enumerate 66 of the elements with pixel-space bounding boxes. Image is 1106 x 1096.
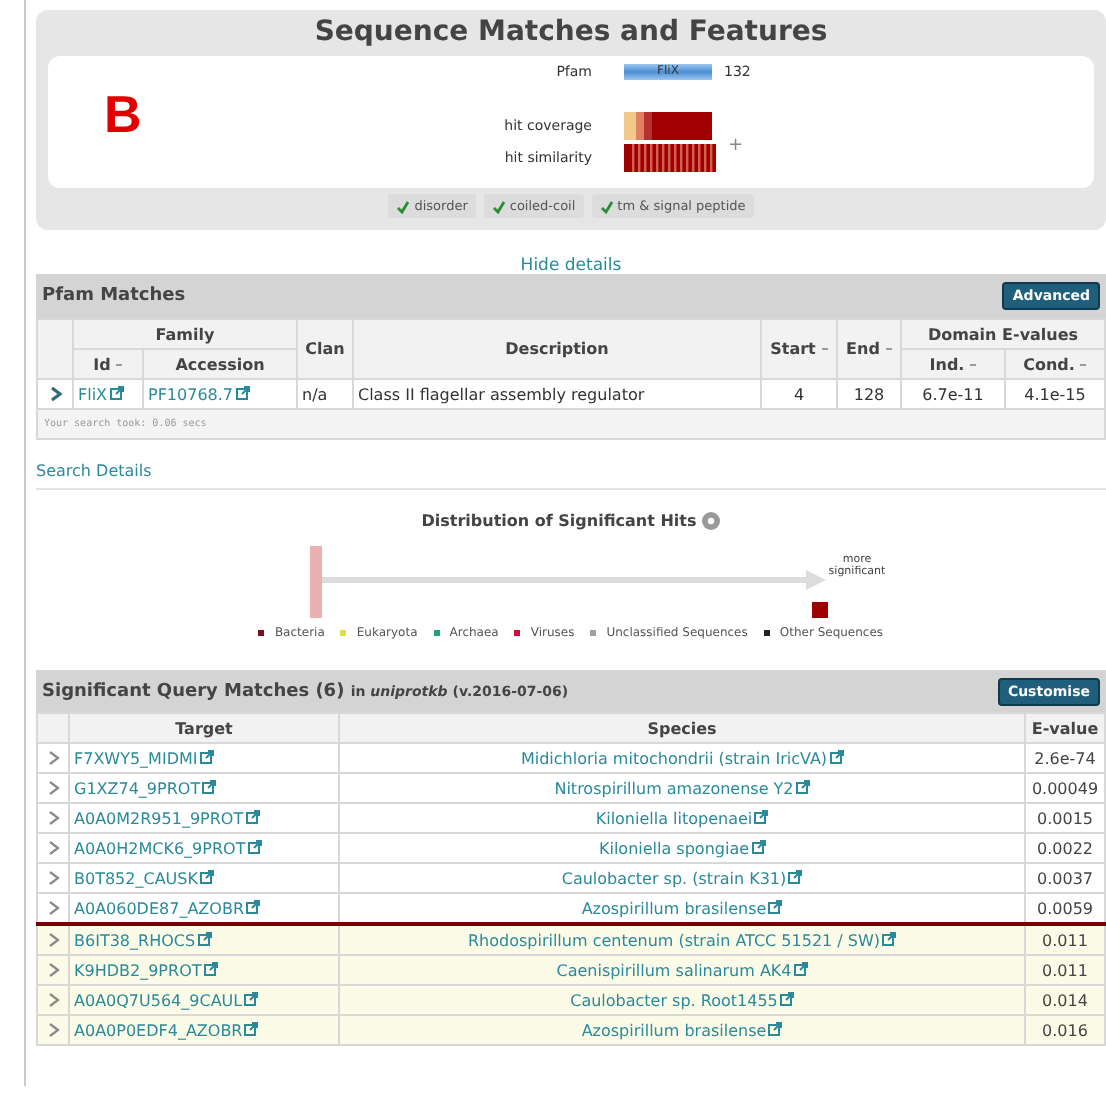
external-link-icon[interactable] — [768, 899, 783, 913]
external-link-icon[interactable] — [235, 385, 250, 399]
column-header: Target — [69, 713, 339, 743]
hit-distribution-bar — [309, 546, 321, 618]
column-header: Species — [339, 713, 1025, 743]
external-link-icon[interactable] — [203, 961, 218, 975]
table-cell: 0.0022 — [1025, 833, 1105, 863]
similarity-heatmap — [624, 144, 716, 172]
table-cell: 0.0015 — [1025, 803, 1105, 833]
column-group-header: Family — [73, 319, 297, 349]
search-details-link[interactable]: Search Details — [36, 462, 152, 480]
species-link[interactable]: Azospirillum brasilense — [581, 1021, 767, 1039]
column-group-header: Domain E-values — [901, 319, 1105, 349]
external-link-icon[interactable] — [779, 991, 794, 1005]
table-cell: 0.011 — [1025, 924, 1105, 955]
table-cell: 0.016 — [1025, 1015, 1105, 1045]
external-link-icon[interactable] — [199, 869, 214, 883]
table-cell: 0.00049 — [1025, 773, 1105, 803]
check-icon — [599, 199, 614, 213]
table-cell: 2.6e-74 — [1025, 743, 1105, 773]
panel-title: Pfam Matches — [42, 286, 186, 306]
expand-row-icon[interactable] — [49, 386, 61, 403]
external-link-icon[interactable] — [197, 931, 212, 945]
external-link-icon[interactable] — [245, 809, 260, 823]
column-header: Clan — [297, 319, 353, 379]
external-link-icon[interactable] — [199, 749, 214, 763]
table-cell: 0.011 — [1025, 955, 1105, 985]
table-cell: 0.0037 — [1025, 863, 1105, 893]
species-link[interactable]: Caulobacter sp. (strain K31) — [561, 869, 787, 887]
species-link[interactable]: Kiloniella spongiae — [598, 839, 750, 857]
external-link-icon[interactable] — [829, 749, 844, 763]
expand-toggle[interactable]: + — [728, 136, 744, 156]
external-link-icon[interactable] — [246, 899, 260, 913]
column-header[interactable]: Cond. — [1005, 349, 1105, 379]
check-icon — [396, 199, 411, 213]
check-icon — [491, 199, 506, 213]
column-header[interactable]: Id — [73, 349, 143, 379]
external-link-icon[interactable] — [793, 961, 808, 975]
panel-title: Sequence Matches and Features — [312, 16, 830, 52]
species-link[interactable]: Caulobacter sp. Root1455 — [570, 991, 778, 1009]
column-header[interactable]: Ind. — [901, 349, 1005, 379]
external-link-icon[interactable] — [795, 779, 810, 793]
species-link[interactable]: Kiloniella litopenaei — [595, 809, 753, 827]
hit-marker — [811, 602, 827, 618]
help-icon[interactable] — [702, 511, 721, 529]
column-header: Description — [353, 319, 761, 379]
external-link-icon[interactable] — [788, 869, 803, 883]
panel-label: B — [104, 84, 142, 146]
coverage-heatmap — [624, 112, 712, 140]
external-link-icon[interactable] — [244, 991, 259, 1005]
chart-title: Distribution of Significant Hits — [421, 511, 697, 529]
external-link-icon[interactable] — [751, 839, 766, 853]
external-link-icon[interactable] — [202, 779, 217, 793]
column-header[interactable]: End — [837, 319, 901, 379]
external-link-icon[interactable] — [244, 1021, 259, 1035]
species-link[interactable]: Azospirillum brasilense — [581, 899, 767, 917]
external-link-icon[interactable] — [109, 385, 124, 399]
external-link-icon[interactable] — [768, 1021, 783, 1035]
external-link-icon[interactable] — [882, 931, 897, 945]
column-header[interactable]: Start — [761, 319, 837, 379]
external-link-icon[interactable] — [247, 839, 262, 853]
external-link-icon[interactable] — [754, 809, 769, 823]
column-header: E-value — [1025, 713, 1105, 743]
hide-details-link[interactable]: Hide details — [520, 256, 622, 276]
column-header: Accession — [143, 349, 297, 379]
table-cell: 0.014 — [1025, 985, 1105, 1015]
